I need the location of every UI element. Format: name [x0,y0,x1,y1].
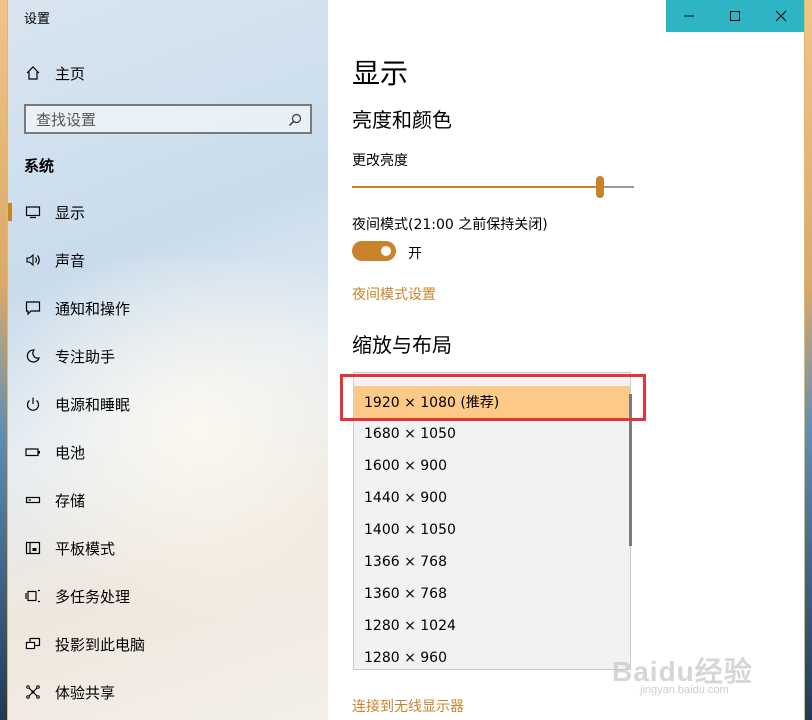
project-icon [24,635,42,653]
battery-icon [24,443,42,461]
brightness-section-title: 亮度和颜色 [352,108,452,132]
sidebar-item-label: 电源和睡眠 [55,395,131,414]
window-title: 设置 [24,12,51,27]
share-icon [24,683,42,701]
sidebar-item-home[interactable]: 主页 [8,55,328,91]
sidebar-item-display[interactable]: 显示 [8,194,328,230]
connect-wireless-display-link[interactable]: 连接到无线显示器 [352,696,464,716]
resolution-option[interactable]: 1400 × 1050 [354,514,630,546]
sidebar-item-label: 电池 [55,443,86,462]
resolution-option[interactable]: 1360 × 768 [354,578,630,610]
sidebar-item-label: 主页 [55,64,86,83]
sidebar-item-label: 专注助手 [55,347,116,366]
sidebar-item-multitasking[interactable]: 多任务处理 [8,578,328,614]
search-icon[interactable] [288,112,302,126]
sidebar-item-project-to-pc[interactable]: 投影到此电脑 [8,626,328,662]
sidebar-item-power[interactable]: 电源和睡眠 [8,386,328,422]
slider-thumb[interactable] [596,176,604,198]
sidebar-item-tablet-mode[interactable]: 平板模式 [8,530,328,566]
resolution-dropdown-list[interactable]: 1920 × 1080 (推荐) 1680 × 1050 1600 × 900 … [353,372,631,670]
monitor-icon [24,203,42,221]
page-title: 显示 [352,57,409,90]
power-icon [24,395,42,413]
resolution-option[interactable]: 1366 × 768 [354,546,630,578]
section-title: 系统 [24,157,55,175]
watermark-url: jingyan.baidu.com [640,684,729,696]
active-indicator [8,203,12,221]
night-mode-label: 夜间模式(21:00 之前保持关闭) [352,217,548,233]
sidebar-item-shared-experiences[interactable]: 体验共享 [8,674,328,710]
multitask-icon [24,587,42,605]
notification-icon [24,299,42,317]
storage-icon [24,491,42,509]
main-content: 显示 亮度和颜色 更改亮度 夜间模式(21:00 之前保持关闭) 开 夜间模式设… [328,0,804,720]
sidebar-item-label: 投影到此电脑 [55,635,146,654]
sidebar-item-label: 多任务处理 [55,587,131,606]
home-icon [24,64,42,82]
brightness-label: 更改亮度 [352,153,408,169]
resolution-option[interactable]: 1440 × 900 [354,482,630,514]
sidebar-item-label: 声音 [55,251,86,270]
sidebar-item-sound[interactable]: 声音 [8,242,328,278]
night-mode-state: 开 [408,246,422,262]
resolution-option[interactable]: 1280 × 960 [354,642,630,669]
night-mode-settings-link[interactable]: 夜间模式设置 [352,284,436,304]
resolution-option[interactable]: 1680 × 1050 [354,418,630,450]
sidebar: 设置 主页 查找设置 系统 显示 声音 通知和操作 专注助手 电源和睡眠 电池 … [8,0,328,720]
toggle-knob [381,246,391,256]
dropdown-scrollbar[interactable] [629,394,632,546]
sidebar-item-storage[interactable]: 存储 [8,482,328,518]
night-mode-toggle[interactable] [352,241,396,261]
sidebar-item-battery[interactable]: 电池 [8,434,328,470]
search-input[interactable]: 查找设置 [24,104,312,134]
resolution-option[interactable]: 1280 × 1024 [354,610,630,642]
settings-window: 设置 主页 查找设置 系统 显示 声音 通知和操作 专注助手 电源和睡眠 电池 … [8,0,804,720]
sidebar-item-label: 存储 [55,491,86,510]
resolution-option[interactable]: 1600 × 900 [354,450,630,482]
brightness-slider[interactable] [352,176,634,198]
resolution-option[interactable]: 1920 × 1080 (推荐) [354,386,630,418]
sidebar-item-label: 通知和操作 [55,299,131,318]
sidebar-item-label: 体验共享 [55,683,116,702]
slider-track [604,186,634,188]
sidebar-item-label: 平板模式 [55,539,116,558]
slider-fill [352,186,596,188]
search-placeholder: 查找设置 [36,110,97,129]
sidebar-item-notifications[interactable]: 通知和操作 [8,290,328,326]
sidebar-item-label: 显示 [55,203,86,222]
speaker-icon [24,251,42,269]
tablet-icon [24,539,42,557]
scale-section-title: 缩放与布局 [352,333,452,357]
sidebar-item-focus-assist[interactable]: 专注助手 [8,338,328,374]
moon-icon [24,347,42,365]
